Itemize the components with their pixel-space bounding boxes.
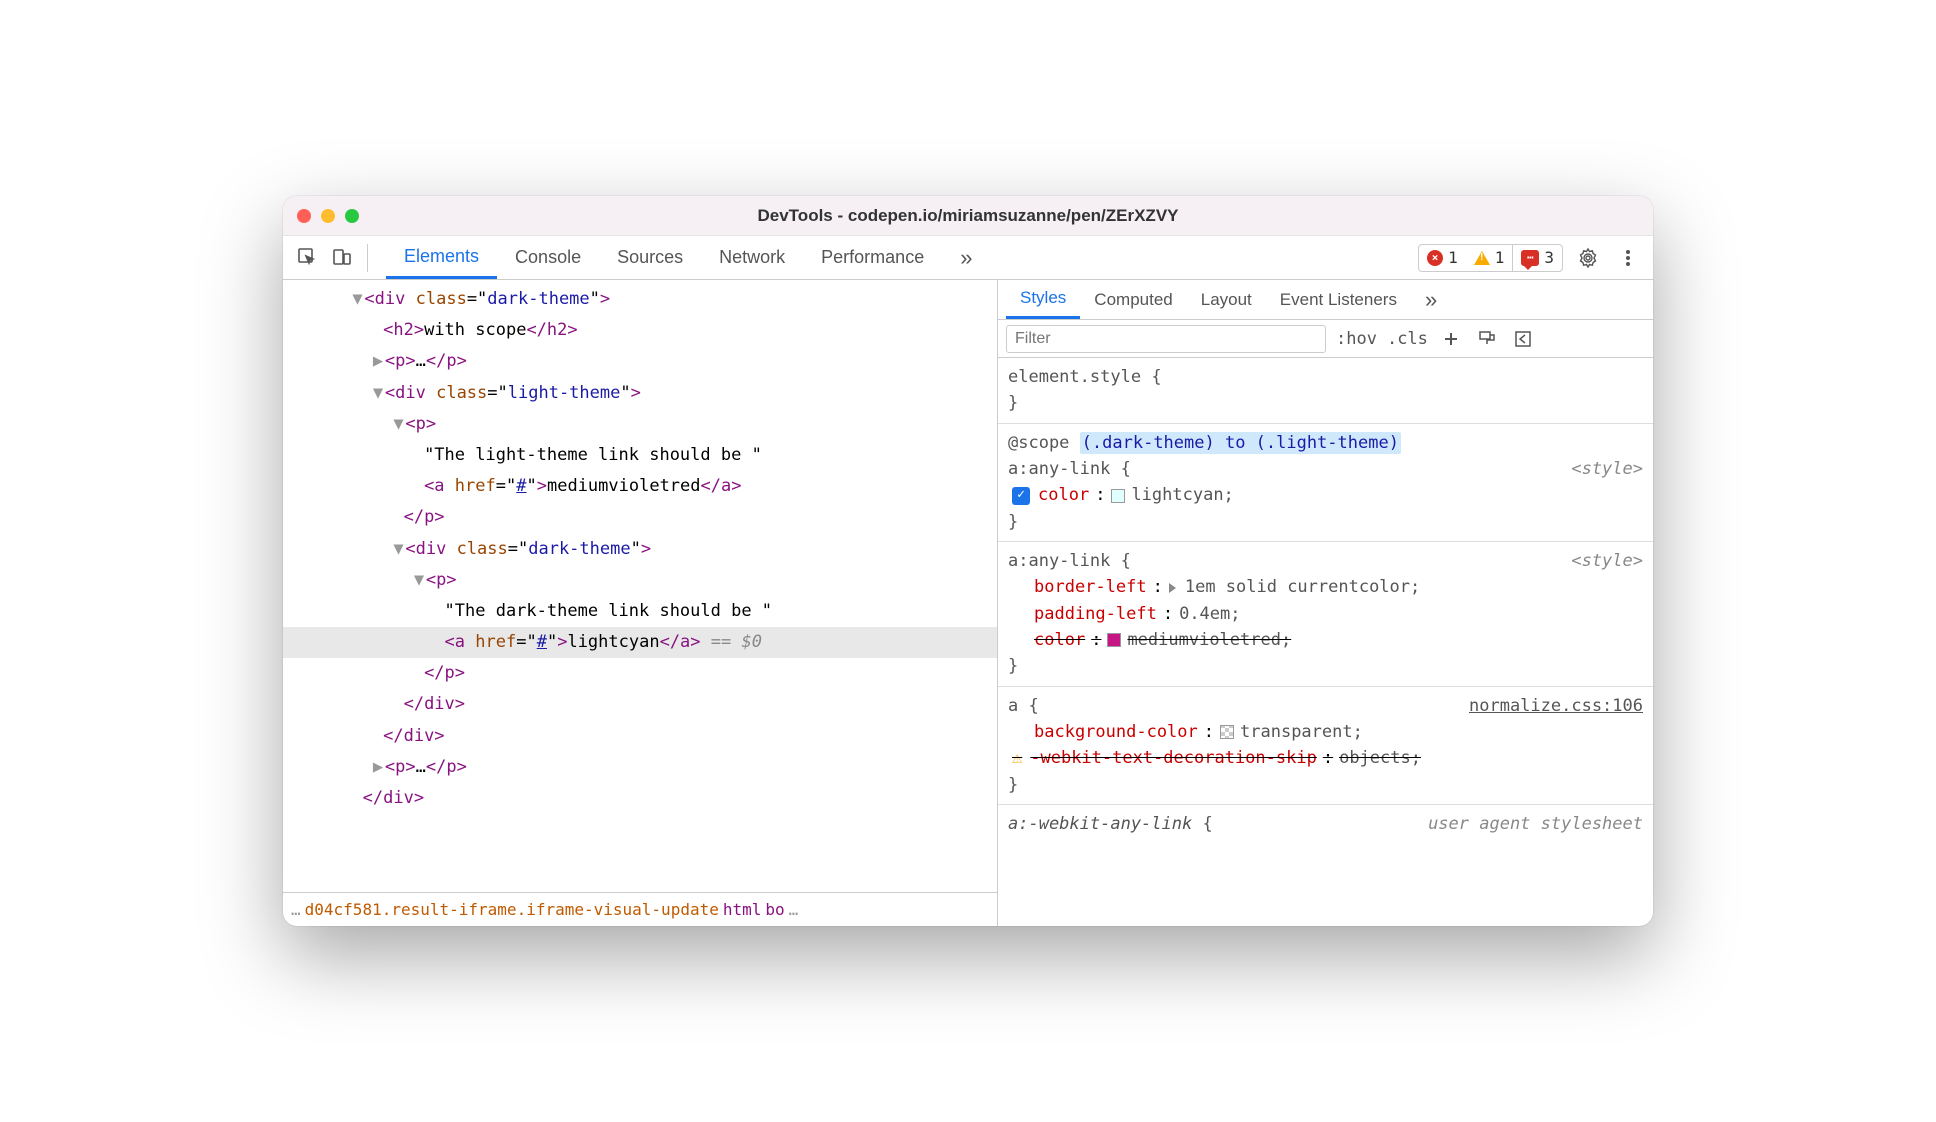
css-rule[interactable]: a {normalize.css:106 background-color: t… <box>998 687 1653 805</box>
breadcrumb[interactable]: … d04cf581.result-iframe.iframe-visual-u… <box>283 892 997 926</box>
subtab-layout[interactable]: Layout <box>1187 280 1266 319</box>
css-rule[interactable]: element.style { } <box>998 358 1653 424</box>
main-toolbar: Elements Console Sources Network Perform… <box>283 236 1653 280</box>
dom-tree[interactable]: ▼<div class="dark-theme"> <h2>with scope… <box>283 280 997 892</box>
device-icon[interactable] <box>327 243 357 273</box>
more-subtabs-icon[interactable]: » <box>1411 280 1451 319</box>
main-tabs: Elements Console Sources Network Perform… <box>386 236 990 279</box>
dom-node[interactable]: </div> <box>283 689 997 720</box>
cls-toggle[interactable]: .cls <box>1387 329 1428 349</box>
css-property[interactable]: background-color: transparent; <box>1008 719 1643 745</box>
css-property[interactable]: padding-left: 0.4em; <box>1008 601 1643 627</box>
dom-text[interactable]: "The light-theme link should be " <box>283 440 997 471</box>
paint-icon[interactable] <box>1474 326 1500 352</box>
styles-subtabs: Styles Computed Layout Event Listeners » <box>998 280 1653 320</box>
dom-node[interactable]: </div> <box>283 783 997 814</box>
warning-icon: ⚠ <box>1012 745 1022 771</box>
dom-node[interactable]: </p> <box>283 658 997 689</box>
titlebar: DevTools - codepen.io/miriamsuzanne/pen/… <box>283 196 1653 236</box>
dom-node-selected[interactable]: <a href="#">lightcyan</a> == $0 <box>283 627 997 658</box>
new-rule-icon[interactable] <box>1438 326 1464 352</box>
tab-elements[interactable]: Elements <box>386 236 497 279</box>
toolbar-right: × 1 1 ⋯ 3 <box>1418 243 1643 273</box>
breadcrumb-more[interactable]: … <box>789 900 799 919</box>
dom-node[interactable]: ▼<div class="dark-theme"> <box>283 534 997 565</box>
breadcrumb-item[interactable]: html <box>723 900 762 919</box>
warnings-count[interactable]: 1 <box>1466 248 1513 267</box>
filter-row: :hov .cls <box>998 320 1653 358</box>
error-icon: × <box>1427 250 1443 266</box>
dom-node[interactable]: <h2>with scope</h2> <box>283 315 997 346</box>
color-swatch[interactable] <box>1220 725 1234 739</box>
message-icon: ⋯ <box>1521 250 1539 266</box>
traffic-lights <box>297 209 359 223</box>
content-area: ▼<div class="dark-theme"> <h2>with scope… <box>283 280 1653 926</box>
filter-input[interactable] <box>1006 325 1326 353</box>
styles-panel: Styles Computed Layout Event Listeners »… <box>998 280 1653 926</box>
breadcrumb-more[interactable]: … <box>291 900 301 919</box>
css-rule[interactable]: a:-webkit-any-link {user agent styleshee… <box>998 805 1653 843</box>
dom-text[interactable]: "The dark-theme link should be " <box>283 596 997 627</box>
more-tabs-icon[interactable]: » <box>942 236 990 279</box>
dom-node[interactable]: ▼<p> <box>283 409 997 440</box>
subtab-styles[interactable]: Styles <box>1006 280 1080 319</box>
gear-icon[interactable] <box>1573 243 1603 273</box>
expand-icon[interactable] <box>1169 583 1176 593</box>
css-property-invalid[interactable]: ⚠-webkit-text-decoration-skip: objects; <box>1008 745 1643 771</box>
maximize-window-button[interactable] <box>345 209 359 223</box>
kebab-icon[interactable] <box>1613 243 1643 273</box>
css-rule[interactable]: @scope (.dark-theme) to (.light-theme) a… <box>998 424 1653 542</box>
devtools-window: DevTools - codepen.io/miriamsuzanne/pen/… <box>283 196 1653 926</box>
dom-node[interactable]: </p> <box>283 502 997 533</box>
css-property-overridden[interactable]: color: mediumvioletred; <box>1008 627 1643 653</box>
messages-count[interactable]: ⋯ 3 <box>1513 248 1562 267</box>
tab-performance[interactable]: Performance <box>803 236 942 279</box>
elements-panel: ▼<div class="dark-theme"> <h2>with scope… <box>283 280 998 926</box>
tab-network[interactable]: Network <box>701 236 803 279</box>
subtab-event-listeners[interactable]: Event Listeners <box>1266 280 1411 319</box>
status-group[interactable]: × 1 1 ⋯ 3 <box>1418 244 1563 272</box>
minimize-window-button[interactable] <box>321 209 335 223</box>
styles-rules: element.style { } @scope (.dark-theme) t… <box>998 358 1653 926</box>
dom-node[interactable]: </div> <box>283 721 997 752</box>
hov-toggle[interactable]: :hov <box>1336 329 1377 349</box>
breadcrumb-item[interactable]: bo <box>765 900 784 919</box>
dom-node[interactable]: ▶<p>…</p> <box>283 346 997 377</box>
warning-icon <box>1474 251 1490 265</box>
css-property[interactable]: ✓color: lightcyan; <box>1008 482 1643 508</box>
checkbox-icon[interactable]: ✓ <box>1012 487 1030 505</box>
dom-node[interactable]: ▼<div class="dark-theme"> <box>283 284 997 315</box>
window-title: DevTools - codepen.io/miriamsuzanne/pen/… <box>283 206 1653 226</box>
color-swatch[interactable] <box>1107 633 1121 647</box>
dom-node[interactable]: ▼<p> <box>283 565 997 596</box>
dom-node[interactable]: <a href="#">mediumvioletred</a> <box>283 471 997 502</box>
tab-console[interactable]: Console <box>497 236 599 279</box>
close-window-button[interactable] <box>297 209 311 223</box>
color-swatch[interactable] <box>1111 489 1125 503</box>
css-property[interactable]: border-left:1em solid currentcolor; <box>1008 574 1643 600</box>
errors-count[interactable]: × 1 <box>1419 248 1466 267</box>
separator <box>367 244 368 272</box>
css-rule[interactable]: a:any-link {<style> border-left:1em soli… <box>998 542 1653 687</box>
dom-node[interactable]: ▼<div class="light-theme"> <box>283 378 997 409</box>
breadcrumb-item[interactable]: d04cf581.result-iframe.iframe-visual-upd… <box>305 900 719 919</box>
computed-panel-icon[interactable] <box>1510 326 1536 352</box>
dom-node[interactable]: ▶<p>…</p> <box>283 752 997 783</box>
inspect-icon[interactable] <box>293 243 323 273</box>
tab-sources[interactable]: Sources <box>599 236 701 279</box>
subtab-computed[interactable]: Computed <box>1080 280 1186 319</box>
